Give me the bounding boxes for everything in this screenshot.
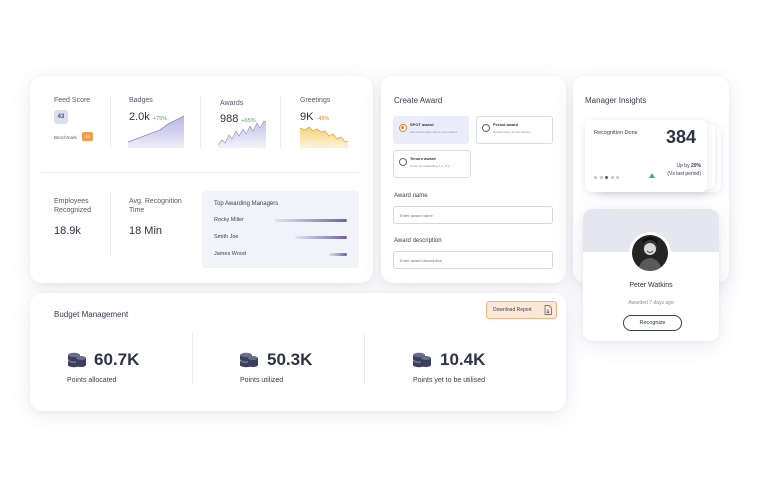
greetings-sparkline [300, 126, 348, 148]
divider [192, 333, 193, 385]
award-option-tenure[interactable]: Tenure award Honor by celebrating 1 yr, … [393, 150, 471, 178]
manager-name: Smith Joe [214, 234, 239, 240]
divider [110, 96, 111, 148]
award-description-input[interactable] [393, 251, 553, 269]
carousel-dot[interactable] [599, 176, 603, 179]
carousel-dot[interactable] [594, 176, 597, 179]
carousel-dots[interactable] [594, 176, 619, 179]
avatar [629, 232, 671, 274]
benchmark-badge: 55 [82, 132, 93, 141]
up-by-text: Up by 20% (Vs last period) [667, 163, 701, 178]
carousel-dot[interactable] [610, 176, 614, 179]
points-utilized-value: 50.3K [267, 350, 313, 369]
up-by-value: 20% [690, 163, 701, 169]
award-name-input[interactable] [393, 206, 553, 224]
option-title: Tenure award [410, 156, 436, 161]
download-icon [544, 305, 552, 315]
recognize-button[interactable]: Recognize [623, 315, 682, 331]
option-title: SPOT award [410, 122, 434, 127]
option-subtitle: Reward team across all time [493, 130, 531, 134]
profile-name: Peter Watkins [629, 282, 673, 289]
up-by-prefix: Up by [676, 163, 691, 169]
points-allocated-value: 60.7K [94, 350, 140, 369]
manager-name: James Wood [214, 251, 246, 257]
awards-sparkline [218, 120, 266, 148]
radio-icon[interactable] [399, 158, 407, 166]
award-description-label: Award description [394, 238, 442, 244]
avg-recognition-time-label: Avg. Recognition Time [129, 198, 182, 214]
points-yet-label: Points yet to be utilised [413, 377, 485, 384]
recognition-done-label: Recognition Done [594, 130, 638, 136]
coins-icon [68, 352, 86, 368]
download-report-label: Download Report [493, 307, 532, 313]
profile-card: Peter Watkins Awarded 7 days ago Recogni… [583, 209, 719, 341]
badges-label: Badges [129, 97, 153, 104]
award-option-period[interactable]: Period award Reward team across all time [476, 116, 553, 144]
create-award-title: Create Award [394, 96, 443, 105]
top-awarding-managers-panel: Top Awarding Managers Rocky Miller Smith… [202, 191, 359, 268]
divider [41, 172, 359, 173]
divider [200, 96, 201, 148]
award-option-spot[interactable]: SPOT award Get instant approval on your … [393, 116, 469, 144]
greetings-label: Greetings [300, 97, 331, 104]
points-utilized-label: Points utilized [240, 377, 284, 384]
points-yet-value: 10.4K [440, 350, 486, 369]
trend-up-icon [649, 173, 655, 178]
avatar-photo [632, 235, 668, 271]
profile-meta: Awarded 7 days ago [628, 300, 674, 306]
budget-title: Budget Management [54, 310, 129, 319]
option-subtitle: Honor by celebrating 1 yr, 5 yr [410, 164, 451, 168]
points-allocated-label: Points allocated [67, 377, 117, 384]
employees-recognized-label: Employees Recognized [54, 198, 91, 214]
divider [110, 192, 111, 255]
radio-icon[interactable] [482, 124, 490, 132]
person-icon [638, 236, 662, 271]
avg-recognition-time-value: 18 Min [129, 225, 163, 237]
radio-selected-icon[interactable] [399, 124, 407, 132]
employees-recognized-value: 18.9k [54, 225, 81, 237]
create-award-card: Create Award SPOT award Get instant appr… [381, 76, 566, 283]
coins-icon [413, 352, 431, 368]
manager-bar [295, 236, 347, 239]
badges-sparkline [128, 115, 184, 148]
feed-score-value: 43 [54, 110, 68, 124]
recognition-done-card[interactable]: Recognition Done 384 Up by 20% (Vs last … [585, 120, 707, 192]
manager-name: Rocky Miller [214, 217, 244, 223]
manager-bar [329, 253, 347, 256]
manager-bar [275, 219, 347, 222]
recognition-done-value: 384 [665, 127, 696, 147]
option-subtitle: Get instant approval on your award [410, 130, 457, 134]
award-name-label: Award name [394, 193, 428, 199]
coins-icon [240, 352, 258, 368]
budget-management-card: Budget Management Download Report 60.7K … [30, 293, 566, 411]
carousel-dot-active[interactable] [605, 176, 608, 179]
stats-card: Feed Score 43 Benchmark 55 Badges 2.0k +7… [30, 76, 373, 283]
option-title: Period award [493, 122, 519, 127]
manager-insights-title: Manager Insights [585, 96, 647, 105]
benchmark-label: Benchmark [54, 135, 77, 140]
awards-label: Awards [220, 100, 244, 107]
divider [280, 96, 281, 148]
divider [364, 333, 365, 385]
top-managers-title: Top Awarding Managers [214, 201, 279, 207]
feed-score-label: Feed Score [54, 97, 91, 104]
carousel-dot[interactable] [616, 176, 619, 179]
download-report-button[interactable]: Download Report [486, 301, 557, 319]
up-by-period: (Vs last period) [667, 170, 701, 177]
